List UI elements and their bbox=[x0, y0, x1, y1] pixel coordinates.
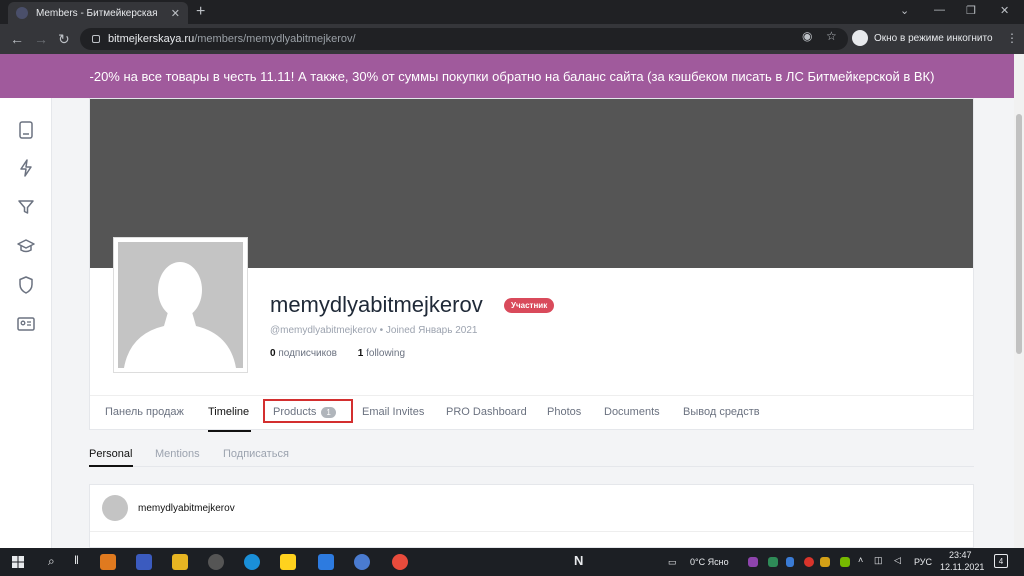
profile-card: memydlyabitmejkerov Участник @memydlyabi… bbox=[89, 98, 974, 432]
clock-date[interactable]: 12.11.2021 bbox=[940, 562, 984, 572]
tray-app-icon[interactable] bbox=[748, 557, 758, 567]
bluetooth-icon[interactable] bbox=[786, 557, 794, 567]
show-hidden-icons-chevron-icon[interactable]: ˄ bbox=[858, 555, 863, 565]
steam-icon[interactable] bbox=[208, 554, 224, 570]
bookmark-star-icon[interactable]: ☆ bbox=[826, 29, 837, 43]
people-icon[interactable] bbox=[354, 554, 370, 570]
followers-label: подписчиков bbox=[278, 348, 337, 359]
url-host: bitmejkerskaya.ru bbox=[108, 33, 195, 45]
filter-icon[interactable] bbox=[16, 197, 36, 217]
tray-app-icon-2[interactable] bbox=[768, 557, 778, 567]
reload-icon[interactable]: ↻ bbox=[58, 31, 70, 48]
profile-handle-joined: @memydlyabitmejkerov • Joined Январь 202… bbox=[270, 325, 478, 336]
tab-timeline[interactable]: Timeline bbox=[208, 406, 249, 418]
following-link[interactable]: 1 following bbox=[358, 348, 405, 359]
browser-tab[interactable]: Members - Битмейкерская ✕ bbox=[8, 2, 188, 24]
lock-icon bbox=[92, 35, 100, 43]
lightning-icon[interactable] bbox=[16, 158, 36, 178]
back-arrow-icon[interactable]: ← bbox=[10, 31, 24, 47]
close-window-icon[interactable]: ✕ bbox=[1000, 4, 1009, 17]
post-composer: memydlyabitmejkerov bbox=[89, 484, 974, 548]
tab-search-chevron-icon[interactable]: ⌄ bbox=[900, 4, 909, 17]
incognito-indicator[interactable]: Окно в режиме инкогнито bbox=[852, 30, 993, 46]
restore-icon[interactable]: ❐ bbox=[966, 4, 976, 17]
clock-time[interactable]: 23:47 bbox=[949, 550, 972, 560]
active-tab-underline bbox=[208, 430, 251, 432]
following-label: following bbox=[366, 348, 406, 359]
post-author-avatar[interactable] bbox=[102, 495, 128, 521]
shield-icon[interactable] bbox=[16, 275, 36, 295]
graduation-cap-icon[interactable] bbox=[16, 236, 36, 256]
subtab-subscribe[interactable]: Подписаться bbox=[223, 448, 289, 460]
file-explorer-icon[interactable] bbox=[172, 554, 188, 570]
edge-icon[interactable] bbox=[244, 554, 260, 570]
promo-text: -20% на все товары в честь 11.11! А такж… bbox=[89, 68, 935, 84]
tab-products[interactable]: Products 1 bbox=[273, 406, 336, 418]
task-view-icon[interactable]: ‖ bbox=[74, 553, 79, 567]
weather-text[interactable]: 0°C Ясно bbox=[690, 557, 729, 567]
chrome-icon[interactable] bbox=[392, 554, 408, 570]
subtab-mentions[interactable]: Mentions bbox=[155, 448, 200, 460]
tab-photos[interactable]: Photos bbox=[547, 406, 581, 418]
address-bar[interactable]: bitmejkerskaya.ru/members/memydlyabitmej… bbox=[80, 28, 848, 50]
tray-notification-icon[interactable] bbox=[804, 557, 814, 567]
tab-withdraw-funds[interactable]: Вывод средств bbox=[683, 406, 760, 418]
tab-sales-panel[interactable]: Панель продаж bbox=[105, 406, 184, 418]
search-icon[interactable]: ⌕ bbox=[48, 554, 55, 569]
browser-menu-icon[interactable]: ⋮ bbox=[1006, 31, 1018, 45]
tab-documents[interactable]: Documents bbox=[604, 406, 660, 418]
browser-tab-bar: Members - Битмейкерская ✕ + ⌄ — ❐ ✕ bbox=[0, 0, 1024, 24]
site-favicon-icon bbox=[16, 7, 28, 19]
volume-icon[interactable]: ◁ bbox=[894, 555, 901, 566]
yandex-browser-icon[interactable] bbox=[280, 554, 296, 570]
left-icon-rail bbox=[0, 98, 52, 548]
nvidia-icon[interactable] bbox=[840, 557, 850, 567]
subtab-divider bbox=[89, 466, 974, 467]
browser-toolbar: ← → ↻ bitmejkerskaya.ru/members/memydlya… bbox=[0, 24, 1024, 54]
language-indicator[interactable]: РУС bbox=[914, 557, 932, 567]
app-icon-blue[interactable] bbox=[136, 554, 152, 570]
tab-pro-dashboard[interactable]: PRO Dashboard bbox=[446, 406, 527, 418]
notification-center-icon[interactable]: 4 bbox=[994, 554, 1008, 568]
post-divider bbox=[90, 531, 973, 532]
subtab-personal[interactable]: Personal bbox=[89, 448, 132, 460]
tab-email-invites[interactable]: Email Invites bbox=[362, 406, 424, 418]
following-count: 1 bbox=[357, 348, 364, 359]
new-tab-plus-icon[interactable]: + bbox=[196, 3, 205, 21]
tablet-icon[interactable] bbox=[16, 120, 36, 140]
windows-taskbar: ⌕ ‖ N ▭ 0°C Ясно ˄ ◫ ◁ РУС 23:47 12.11.2… bbox=[0, 548, 1024, 576]
fl-studio-icon[interactable] bbox=[100, 554, 116, 570]
post-author-name[interactable]: memydlyabitmejkerov bbox=[138, 503, 235, 514]
incognito-icon bbox=[852, 30, 868, 46]
tab-close-icon[interactable]: ✕ bbox=[171, 7, 180, 20]
network-icon[interactable]: ◫ bbox=[874, 555, 883, 566]
forward-arrow-icon[interactable]: → bbox=[34, 31, 48, 47]
products-count-badge: 1 bbox=[321, 407, 336, 418]
url-path: /members/memydlyabitmejkerov/ bbox=[194, 33, 356, 45]
avatar[interactable] bbox=[113, 237, 248, 373]
tray-app-icon-3[interactable] bbox=[820, 557, 830, 567]
weather-icon[interactable]: ▭ bbox=[668, 557, 677, 568]
scrollbar-thumb[interactable] bbox=[1016, 114, 1022, 354]
role-badge: Участник bbox=[504, 298, 555, 313]
page-scrollbar[interactable] bbox=[1014, 54, 1024, 548]
notification-count: 4 bbox=[998, 556, 1004, 566]
profile-username: memydlyabitmejkerov bbox=[270, 292, 483, 317]
default-avatar-placeholder bbox=[118, 242, 243, 368]
profile-stats: 0 подписчиков 1 following bbox=[270, 348, 405, 359]
followers-link[interactable]: 0 подписчиков bbox=[270, 348, 337, 359]
tab-products-label: Products bbox=[273, 406, 317, 418]
minimize-icon[interactable]: — bbox=[934, 4, 945, 16]
profile-nav: Панель продаж Timeline Products 1 Email I… bbox=[90, 395, 973, 432]
notion-icon[interactable]: N bbox=[574, 553, 583, 568]
subtab-active-underline bbox=[89, 465, 133, 467]
incognito-label: Окно в режиме инкогнито bbox=[874, 32, 993, 44]
eye-slash-icon[interactable]: ◉ bbox=[802, 29, 812, 43]
tab-title: Members - Битмейкерская bbox=[36, 7, 158, 19]
promo-banner: -20% на все товары в честь 11.11! А такж… bbox=[0, 54, 1024, 98]
outlook-icon[interactable] bbox=[318, 554, 334, 570]
followers-count: 0 bbox=[270, 348, 276, 359]
id-card-icon[interactable] bbox=[16, 314, 36, 334]
windows-start-icon[interactable] bbox=[12, 556, 24, 568]
